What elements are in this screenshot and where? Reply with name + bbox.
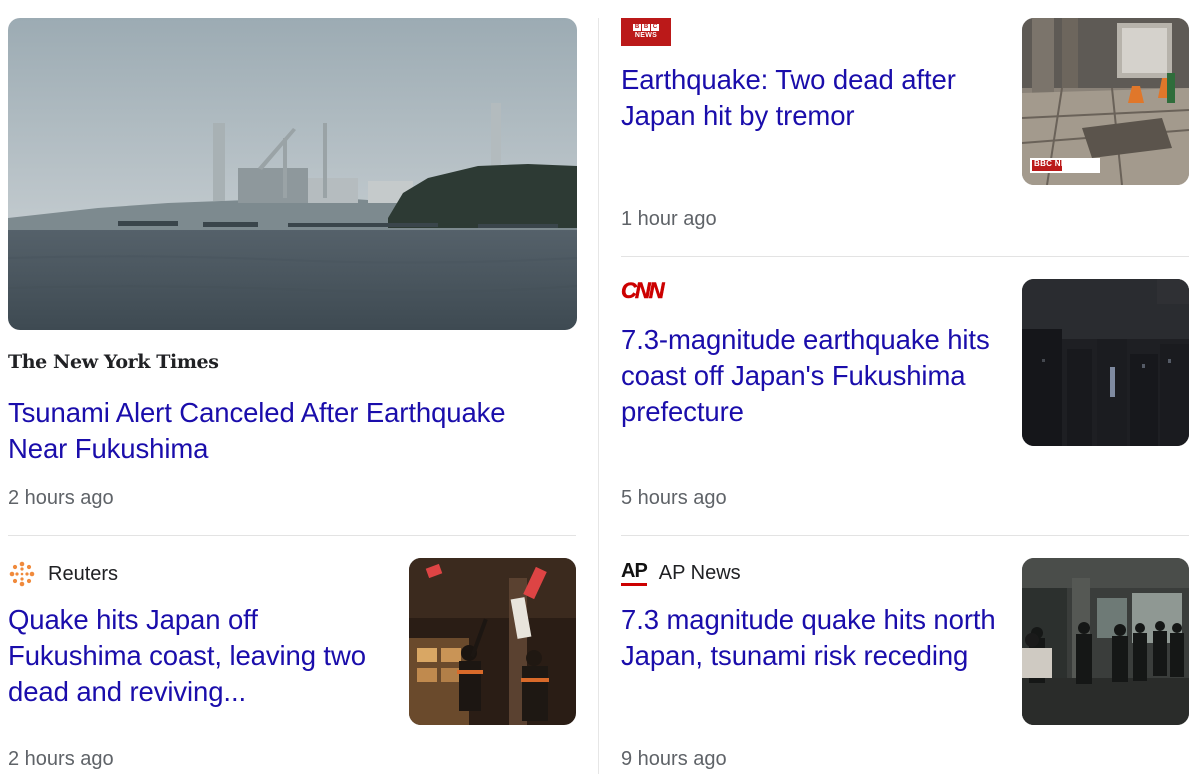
nyt-logo: The New York Times bbox=[8, 351, 219, 373]
source-row: The New York Times bbox=[8, 351, 219, 373]
story-headline[interactable]: 7.3 magnitude quake hits north Japan, ts… bbox=[621, 602, 1011, 674]
news-card-nyt[interactable]: The New York Times Tsunami Alert Cancele… bbox=[8, 18, 578, 518]
news-card-reuters[interactable]: Reuters Quake hits Japan off Fukushima c… bbox=[8, 556, 578, 776]
source-row: Reuters bbox=[8, 560, 118, 588]
story-time: 9 hours ago bbox=[621, 748, 727, 770]
bbc-news-logo: BBC NEWS bbox=[621, 18, 671, 46]
story-thumbnail[interactable] bbox=[409, 558, 576, 725]
story-thumbnail[interactable] bbox=[1022, 279, 1189, 446]
source-row: AP AP News bbox=[621, 560, 741, 586]
source-name: AP News bbox=[658, 562, 741, 584]
source-row: CNN bbox=[621, 278, 665, 304]
bbc-thumbnail-label: BBC NEWS bbox=[1034, 159, 1080, 168]
story-headline[interactable]: Tsunami Alert Canceled After Earthquake … bbox=[8, 395, 568, 467]
story-thumbnail[interactable] bbox=[8, 18, 577, 330]
story-time: 2 hours ago bbox=[8, 487, 114, 509]
story-headline[interactable]: Earthquake: Two dead after Japan hit by … bbox=[621, 62, 1011, 134]
story-time: 5 hours ago bbox=[621, 487, 727, 509]
row-divider bbox=[8, 535, 576, 536]
source-row: BBC NEWS bbox=[621, 18, 671, 46]
reuters-logo-icon bbox=[8, 560, 36, 588]
story-headline[interactable]: Quake hits Japan off Fukushima coast, le… bbox=[8, 602, 388, 710]
source-name: Reuters bbox=[48, 563, 119, 585]
story-headline[interactable]: 7.3-magnitude earthquake hits coast off … bbox=[621, 322, 1011, 430]
story-time: 2 hours ago bbox=[8, 748, 114, 770]
news-card-cnn[interactable]: CNN 7.3-magnitude earthquake hits coast … bbox=[621, 278, 1191, 518]
news-card-ap[interactable]: AP AP News 7.3 magnitude quake hits nort… bbox=[621, 556, 1191, 776]
news-card-bbc[interactable]: BBC NEWS Earthquake: Two dead after Japa… bbox=[621, 18, 1191, 238]
ap-logo: AP bbox=[621, 560, 648, 586]
row-divider bbox=[621, 256, 1189, 257]
story-thumbnail[interactable] bbox=[1022, 558, 1189, 725]
story-thumbnail[interactable]: BBC NEWS bbox=[1022, 18, 1189, 185]
cnn-logo: CNN bbox=[621, 278, 665, 304]
row-divider bbox=[621, 535, 1189, 536]
column-divider bbox=[598, 18, 599, 774]
story-time: 1 hour ago bbox=[621, 208, 717, 230]
